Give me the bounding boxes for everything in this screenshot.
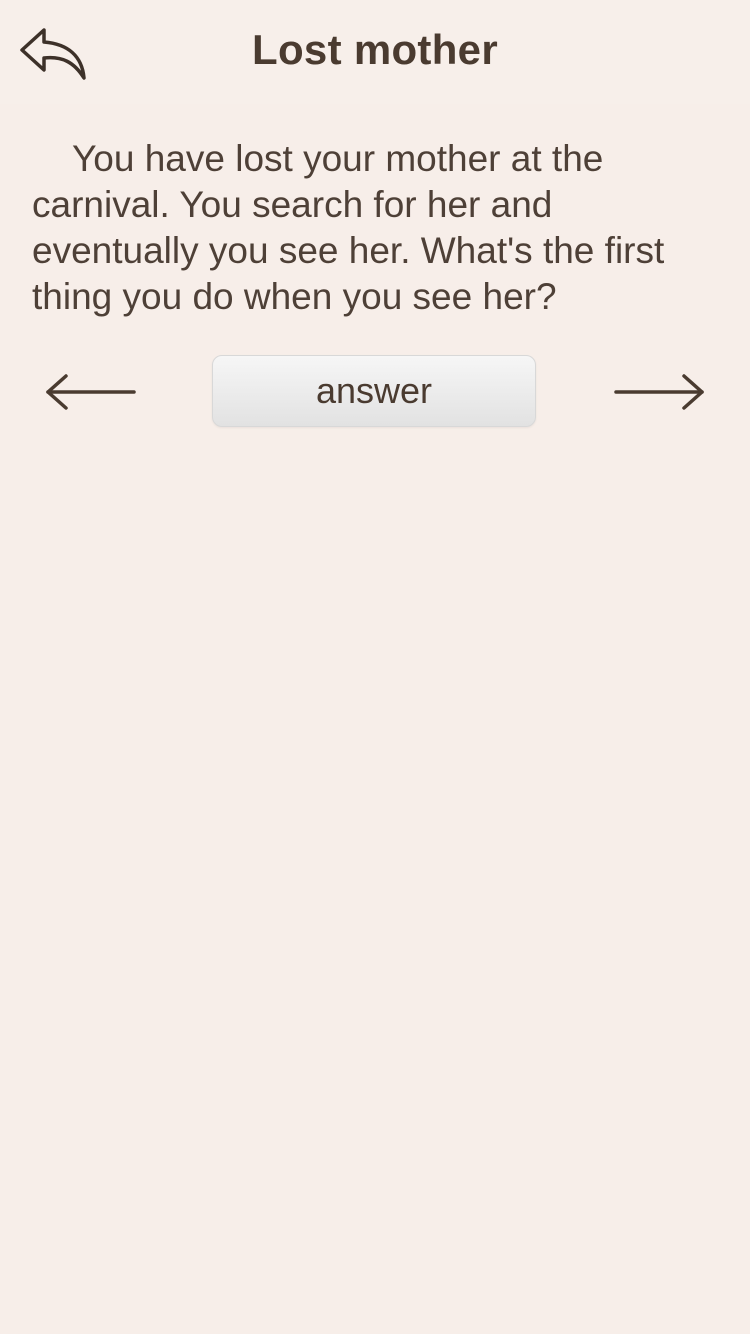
question-navigation: answer xyxy=(0,352,750,432)
answer-button[interactable]: answer xyxy=(212,355,536,427)
previous-question-button[interactable] xyxy=(42,368,138,416)
arrow-left-icon xyxy=(46,374,136,410)
header-bar: Lost mother xyxy=(0,0,750,104)
arrow-right-icon xyxy=(614,374,704,410)
question-text: You have lost your mother at the carniva… xyxy=(32,138,665,317)
next-question-button[interactable] xyxy=(612,368,708,416)
page-title: Lost mother xyxy=(252,26,498,73)
